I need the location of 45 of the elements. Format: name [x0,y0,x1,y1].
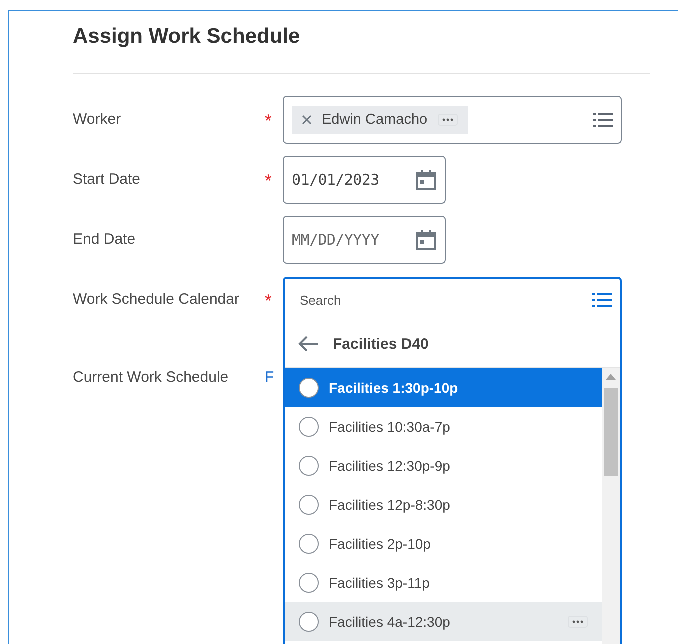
required-mark: * [265,170,274,193]
worker-name: Edwin Camacho [322,112,428,128]
page-title: Assign Work Schedule [73,24,302,50]
field-label: Start Date [73,170,142,190]
radio-button[interactable] [299,494,319,514]
schedule-link[interactable]: F [265,354,274,402]
date-value: 01/01/2023 [292,171,380,189]
radio-button[interactable] [299,378,319,398]
radio-button[interactable] [299,612,319,632]
calendar-icon[interactable] [415,169,437,191]
option-label: Facilities 4a-12:30p [329,614,452,630]
radio-button[interactable] [299,572,319,592]
option-label: Facilities 10:30a-7p [329,418,452,434]
date-field[interactable]: 01/01/2023 [283,156,446,204]
option-label: Facilities 1:30p-10p [329,380,460,396]
remove-icon[interactable] [302,115,312,125]
required-mark: * [265,110,274,133]
calendar-icon[interactable] [415,229,437,251]
more-icon[interactable] [568,616,588,628]
required-mark: * [265,290,274,313]
category-title: Facilities D40 [333,336,429,352]
option-label: Facilities 12:30p-9p [329,458,452,474]
list-icon[interactable] [592,292,612,308]
date-field[interactable]: MM/DD/YYYY [283,216,446,264]
radio-button[interactable] [299,416,319,436]
option-label: Facilities 12p-8:30p [329,496,452,512]
field-label: Worker [73,110,122,130]
radio-button[interactable] [299,456,319,476]
scrollbar[interactable] [602,368,620,644]
option-item[interactable]: Facilities 1:30p-10p [285,368,602,407]
option-item[interactable]: Facilities 4a-12:30p [285,602,602,641]
scrollbar-thumb[interactable] [604,388,618,476]
option-label: Facilities 2p-10p [329,536,432,552]
field-label: End Date [73,230,137,250]
date-placeholder: MM/DD/YYYY [292,231,380,249]
option-label: Facilities 3p-11p [329,574,431,590]
list-icon[interactable] [593,112,613,128]
field-label: Current Work Schedule [73,368,230,388]
scroll-up-icon[interactable] [606,374,616,380]
radio-button[interactable] [299,534,319,554]
worker-token[interactable]: Edwin Camacho [292,106,468,134]
back-arrow-icon[interactable] [297,335,319,353]
worker-field[interactable]: Edwin Camacho [283,96,622,144]
field-label: Work Schedule Calendar [73,290,240,310]
more-icon[interactable] [438,114,458,126]
